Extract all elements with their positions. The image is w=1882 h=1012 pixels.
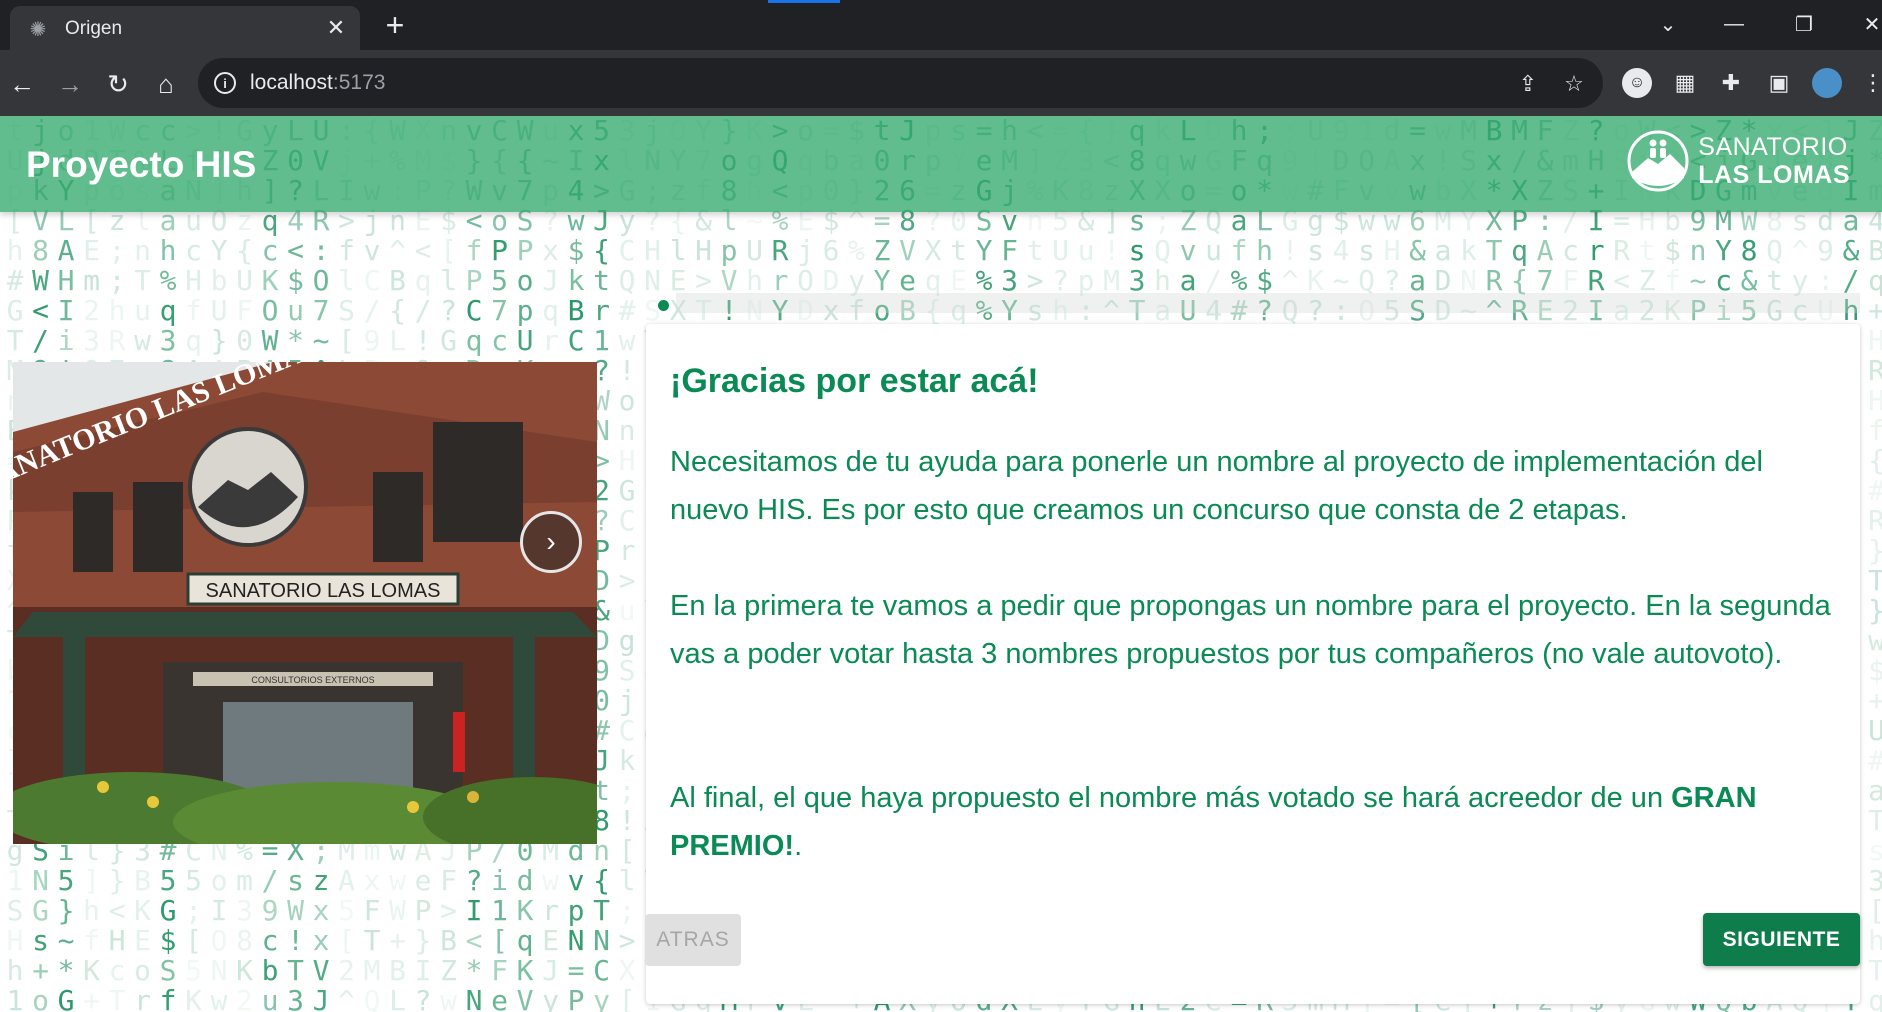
brand-line-1: SANATORIO bbox=[1698, 133, 1848, 161]
info-icon[interactable]: i bbox=[214, 72, 236, 94]
welcome-card: ¡Gracias por estar acá! Necesitamos de t… bbox=[646, 324, 1860, 1004]
extension-color-icon[interactable]: ▦ bbox=[1670, 68, 1700, 98]
extension-face-icon[interactable]: ☺ bbox=[1622, 68, 1652, 98]
facade-sign-text: SANATORIO LAS LOMAS bbox=[206, 580, 441, 602]
address-bar[interactable]: i localhost:5173 ⇪ ☆ bbox=[198, 58, 1603, 108]
card-paragraph-3: Al final, el que haya propuesto el nombr… bbox=[670, 782, 1757, 862]
browser-tab-bar: ✺ Origen ✕ + ⌄ — ❐ ✕ bbox=[0, 0, 1882, 50]
tab-title: Origen bbox=[65, 18, 123, 39]
close-window-icon[interactable]: ✕ bbox=[1852, 6, 1882, 42]
minimize-icon[interactable]: — bbox=[1714, 6, 1754, 42]
sanatorio-logo-icon bbox=[1627, 130, 1689, 192]
browser-tab[interactable]: ✺ Origen ✕ bbox=[10, 6, 360, 50]
app-title: Proyecto HIS bbox=[26, 144, 257, 185]
extensions-puzzle-icon[interactable]: ✚ bbox=[1716, 68, 1746, 98]
url-text[interactable]: localhost:5173 bbox=[250, 71, 385, 95]
card-paragraph-1: Necesitamos de tu ayuda para ponerle un … bbox=[670, 446, 1763, 526]
lightbulb-icon: ✺ bbox=[29, 18, 47, 41]
profile-avatar-icon[interactable] bbox=[1812, 68, 1842, 98]
loading-indicator bbox=[768, 0, 840, 3]
chevron-right-icon: › bbox=[546, 526, 556, 557]
home-icon[interactable]: ⌂ bbox=[147, 65, 185, 103]
forward-arrow-icon[interactable]: → bbox=[51, 65, 89, 103]
card-paragraph-2: En la primera te vamos a pedir que propo… bbox=[670, 590, 1831, 670]
app-header: Proyecto HIS SANATORIO LAS LOMAS bbox=[0, 116, 1882, 212]
matrix-column: Z*m4Bq+HRHf{#R}T}w$+U#aTs3[hTq bbox=[1868, 116, 1882, 1012]
close-tab-icon[interactable]: ✕ bbox=[322, 14, 350, 42]
side-panel-icon[interactable]: ▣ bbox=[1764, 68, 1794, 98]
brand-logo: SANATORIO LAS LOMAS bbox=[1624, 128, 1850, 194]
carousel-next-button[interactable]: › bbox=[520, 511, 582, 573]
back-button[interactable]: ATRAS bbox=[645, 914, 741, 966]
door-sign-text: CONSULTORIOS EXTERNOS bbox=[251, 675, 374, 685]
page-viewport: tUp[h#GTMnE=kPtX^Tb?c}[Tg1SHh1jjkV8W</9t… bbox=[0, 116, 1882, 1012]
stepper-dot bbox=[658, 300, 669, 311]
back-arrow-icon[interactable]: ← bbox=[3, 65, 41, 103]
new-tab-button[interactable]: + bbox=[378, 7, 412, 43]
chevron-down-icon[interactable]: ⌄ bbox=[1648, 6, 1688, 42]
star-icon[interactable]: ☆ bbox=[1560, 70, 1588, 98]
restore-icon[interactable]: ❐ bbox=[1784, 6, 1824, 42]
carousel-image: SANATORIO LAS LOMAS CONSULTORIOS EXTERNO… bbox=[13, 362, 597, 844]
card-title: ¡Gracias por estar acá! bbox=[670, 362, 1039, 400]
share-icon[interactable]: ⇪ bbox=[1514, 70, 1542, 98]
reload-icon[interactable]: ↻ bbox=[99, 65, 137, 103]
next-button[interactable]: SIGUIENTE bbox=[1703, 913, 1860, 966]
browser-toolbar: ← → ↻ ⌂ i localhost:5173 ⇪ ☆ ☺ ▦ ✚ ▣ ⋮ bbox=[0, 50, 1882, 116]
brand-line-2: LAS LOMAS bbox=[1698, 161, 1850, 189]
menu-kebab-icon[interactable]: ⋮ bbox=[1858, 68, 1882, 98]
sanatorio-building-photo: SANATORIO LAS LOMAS CONSULTORIOS EXTERNO… bbox=[13, 362, 597, 844]
stepper-track bbox=[676, 293, 1860, 313]
